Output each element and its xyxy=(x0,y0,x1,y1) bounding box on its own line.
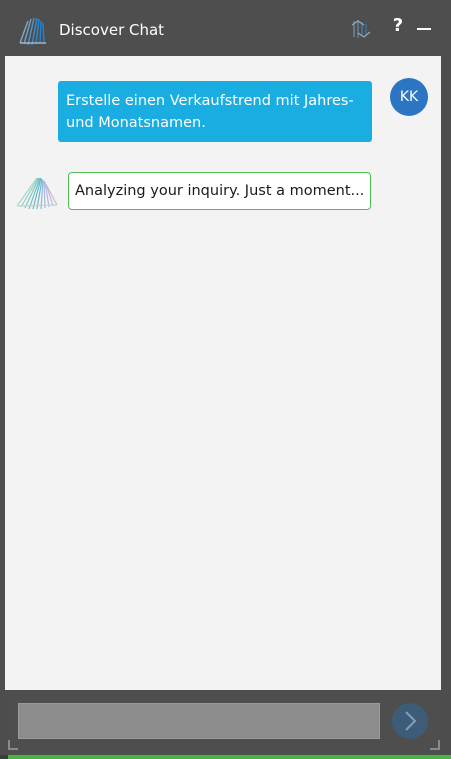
discover-logo-icon xyxy=(19,17,46,46)
avatar: KK xyxy=(390,78,428,116)
chevron-right-icon xyxy=(405,711,417,731)
user-message: Erstelle einen Verkaufstrend mit Jahres-… xyxy=(58,81,372,142)
message-input[interactable] xyxy=(18,703,380,739)
sync-icon[interactable] xyxy=(348,16,374,42)
bot-logo-icon xyxy=(16,177,58,210)
minimize-button[interactable] xyxy=(414,19,434,39)
window-title: Discover Chat xyxy=(59,21,165,39)
chat-history[interactable]: Erstelle einen Verkaufstrend mit Jahres-… xyxy=(5,56,441,690)
resize-handle-right[interactable] xyxy=(430,740,440,750)
bottom-accent-strip xyxy=(0,755,451,759)
title-bar: Discover Chat ? xyxy=(0,0,451,56)
help-button[interactable]: ? xyxy=(389,14,407,38)
composer-bar xyxy=(5,690,441,754)
send-button[interactable] xyxy=(392,703,428,739)
bot-message: Analyzing your inquiry. Just a moment... xyxy=(68,172,372,210)
chat-window: Discover Chat ? Erstelle einen Verkaufst… xyxy=(0,0,451,759)
resize-handle-left[interactable] xyxy=(8,740,18,750)
window-border-right xyxy=(441,56,451,690)
